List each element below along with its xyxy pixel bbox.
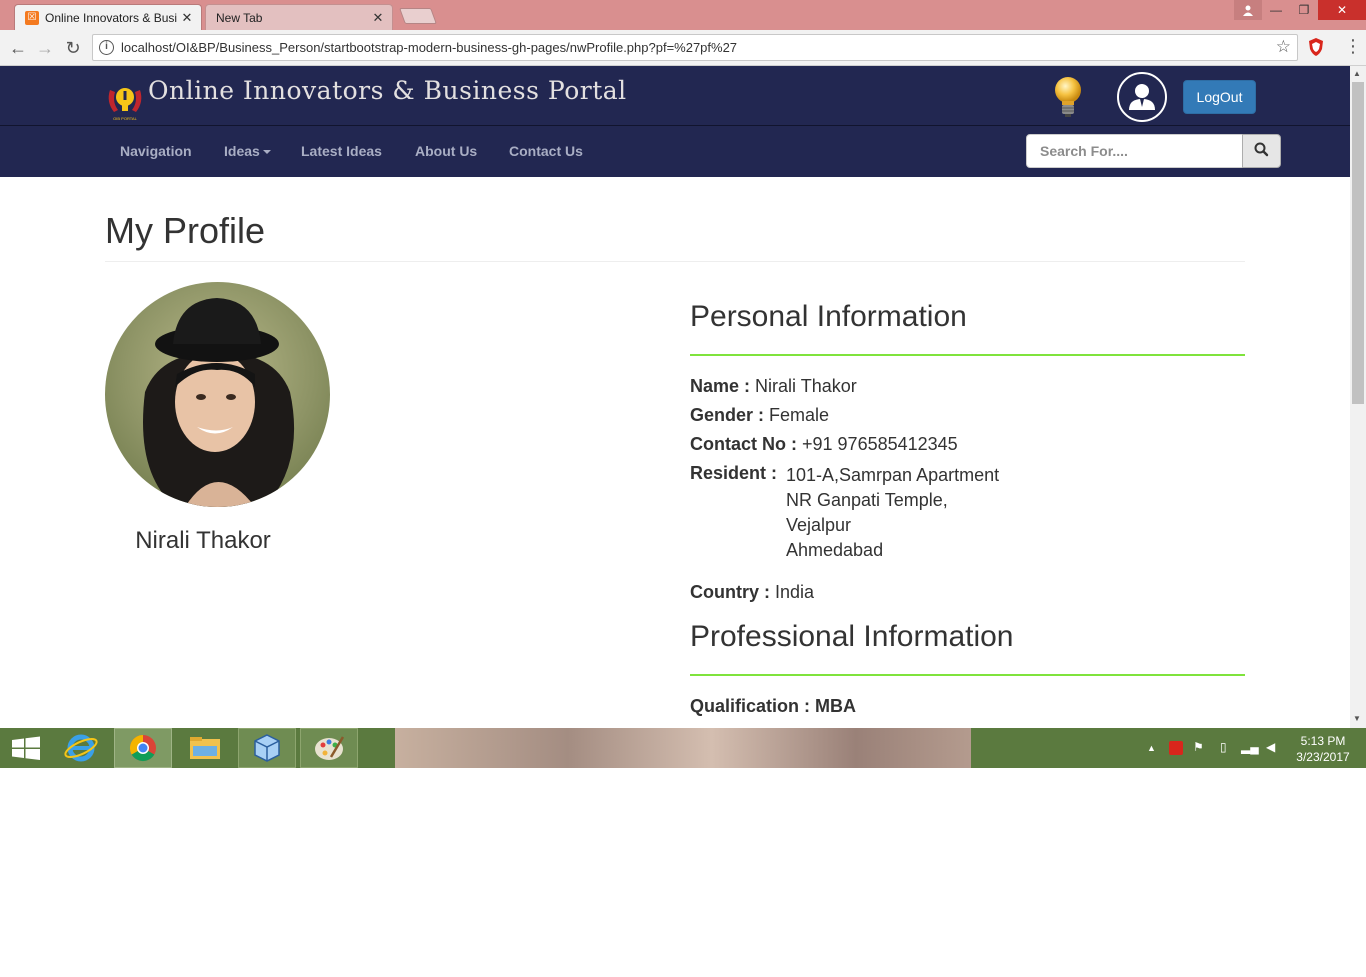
resident-label: Resident : — [690, 463, 778, 483]
paint-icon — [315, 736, 345, 760]
name-row: Name : Nirali Thakor — [690, 376, 857, 397]
url-text[interactable]: localhost/OI&BP/Business_Person/startboo… — [121, 40, 737, 55]
cube-app-icon — [254, 734, 280, 762]
back-arrow-icon[interactable]: ← — [6, 36, 30, 60]
country-value: India — [775, 582, 815, 602]
xampp-favicon-icon: ☒ — [25, 10, 39, 25]
country-label: Country : — [690, 582, 770, 602]
user-avatar-button[interactable] — [1117, 72, 1167, 122]
resident-line: 101-A,Samrpan Apartment — [786, 465, 1000, 485]
taskbar-internet-explorer[interactable] — [52, 728, 110, 768]
profile-photo — [105, 282, 330, 507]
search-input[interactable] — [1026, 134, 1243, 168]
tab-new-tab[interactable]: New Tab ✕ — [205, 4, 393, 30]
clock-time: 5:13 PM — [1300, 734, 1346, 748]
nav-ideas-dropdown[interactable]: Ideas — [224, 143, 271, 159]
logout-button[interactable]: LogOut — [1183, 80, 1256, 114]
browser-toolbar: ← → ↻ i localhost/OI&BP/Business_Person/… — [0, 30, 1366, 66]
user-icon — [1129, 84, 1155, 110]
wallpaper-strip — [395, 728, 971, 768]
caret-down-icon — [262, 150, 271, 155]
address-bar[interactable]: i localhost/OI&BP/Business_Person/startb… — [92, 34, 1298, 61]
contact-row: Contact No : +91 976585412345 — [690, 434, 958, 455]
search-button[interactable] — [1242, 134, 1281, 168]
page-title: My Profile — [105, 210, 266, 251]
gender-value: Female — [769, 405, 830, 425]
personal-info-heading: Personal Information — [690, 300, 967, 333]
gender-label: Gender : — [690, 405, 765, 425]
site-navbar: Navigation Ideas Latest Ideas About Us C… — [0, 126, 1350, 177]
scroll-down-icon[interactable]: ▼ — [1353, 714, 1361, 723]
contact-value: +91 976585412345 — [802, 434, 958, 454]
brand-title[interactable]: Online Innovators & Business Portal — [148, 76, 627, 105]
site-header: OIB PORTAL Online Innovators & Business … — [0, 66, 1350, 126]
profile-user-icon[interactable] — [1234, 0, 1262, 20]
volume-icon[interactable]: ◀ — [1266, 740, 1275, 754]
maximize-icon[interactable]: ❐ — [1290, 0, 1318, 20]
qualification-label: Qualification : — [690, 696, 811, 716]
resident-line: NR Ganpati Temple, — [786, 490, 948, 510]
taskbar-clock[interactable]: 5:13 PM 3/23/2017 — [1290, 733, 1356, 765]
shield-icon[interactable] — [1307, 37, 1325, 57]
personal-info-divider — [690, 354, 1245, 356]
gender-row: Gender : Female — [690, 405, 829, 426]
windows-start-icon — [12, 736, 40, 760]
forward-arrow-icon[interactable]: → — [33, 36, 57, 60]
professional-info-divider — [690, 674, 1245, 676]
logo-caption: OIB PORTAL — [113, 116, 137, 121]
resident-row: Resident : — [690, 463, 777, 484]
bulb-icon[interactable] — [1050, 74, 1086, 120]
taskbar-paint[interactable] — [300, 728, 358, 768]
country-row: Country : India — [690, 582, 814, 603]
taskbar-chrome[interactable] — [114, 728, 172, 768]
browser-menu-icon[interactable]: ⋮ — [1344, 36, 1362, 57]
resident-line: Vejalpur — [786, 515, 852, 535]
tab-close-icon[interactable]: ✕ — [179, 10, 195, 26]
clock-date: 3/23/2017 — [1296, 750, 1350, 764]
nav-ideas-label: Ideas — [224, 143, 260, 159]
minimize-icon[interactable]: — — [1262, 0, 1290, 20]
nav-contact-us[interactable]: Contact Us — [509, 143, 583, 159]
windows-taskbar: ▲ ⚑ ▯ ▂▄ ◀ 5:13 PM 3/23/2017 — [0, 728, 1366, 768]
qualification-value: MBA — [815, 696, 857, 716]
search-icon — [1254, 142, 1269, 157]
network-signal-icon[interactable]: ▂▄ — [1241, 740, 1259, 754]
profile-name: Nirali Thakor — [135, 527, 271, 554]
professional-info-heading: Professional Information — [690, 620, 1014, 653]
qualification-row: Qualification : MBA — [690, 696, 856, 717]
tab-online-innovators[interactable]: ☒ Online Innovators & Busi ✕ — [14, 4, 202, 30]
nav-navigation[interactable]: Navigation — [120, 143, 192, 159]
page-scrollbar[interactable]: ▲ ▼ — [1350, 66, 1366, 728]
new-tab-button[interactable] — [399, 8, 437, 24]
tray-expand-icon[interactable]: ▲ — [1147, 743, 1156, 753]
reload-icon[interactable]: ↻ — [61, 36, 85, 60]
bookmark-star-icon[interactable]: ☆ — [1276, 37, 1291, 57]
brand-logo[interactable]: OIB PORTAL — [104, 80, 146, 122]
battery-icon[interactable]: ▯ — [1220, 740, 1227, 754]
browser-tabstrip: ☒ Online Innovators & Busi ✕ New Tab ✕ —… — [0, 0, 1366, 30]
start-button[interactable] — [0, 728, 58, 768]
tab-title: New Tab — [216, 10, 263, 25]
resident-line: Ahmedabad — [786, 540, 884, 560]
name-label: Name : — [690, 376, 751, 396]
title-divider — [105, 261, 1245, 262]
tab-title: Online Innovators & Busi — [45, 10, 178, 25]
scroll-thumb[interactable] — [1352, 82, 1364, 404]
tab-close-icon[interactable]: ✕ — [370, 10, 386, 26]
taskbar-file-explorer[interactable] — [176, 728, 234, 768]
scroll-up-icon[interactable]: ▲ — [1353, 69, 1361, 78]
name-value: Nirali Thakor — [755, 376, 857, 396]
file-explorer-icon — [190, 737, 220, 759]
site-info-icon[interactable]: i — [99, 40, 114, 55]
nav-latest-ideas[interactable]: Latest Ideas — [301, 143, 382, 159]
close-window-icon[interactable]: ✕ — [1318, 0, 1366, 20]
contact-label: Contact No : — [690, 434, 797, 454]
antivirus-tray-icon[interactable] — [1169, 741, 1183, 755]
taskbar-cube-app[interactable] — [238, 728, 296, 768]
action-center-flag-icon[interactable]: ⚑ — [1193, 740, 1204, 754]
internet-explorer-icon — [64, 734, 98, 762]
nav-about-us[interactable]: About Us — [415, 143, 477, 159]
chrome-icon — [129, 734, 156, 762]
